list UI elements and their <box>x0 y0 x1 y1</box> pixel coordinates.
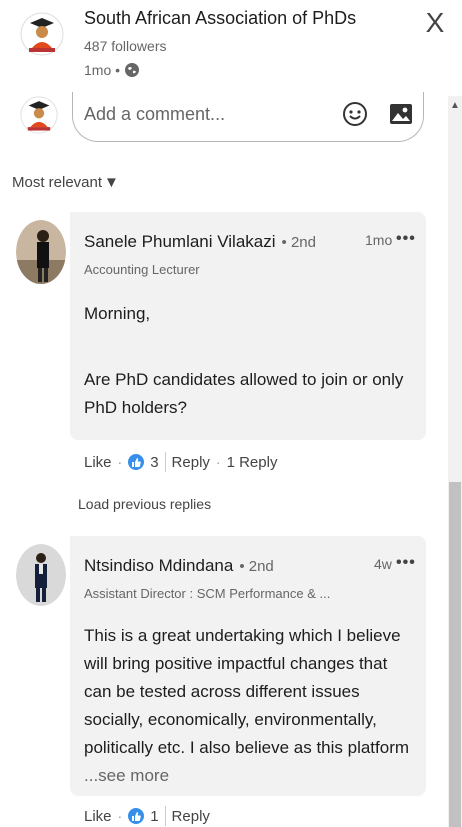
like-reaction-icon[interactable] <box>128 808 145 824</box>
comment-actions: Like · 3 Reply · 1 Reply <box>84 452 277 472</box>
comment-author-line: Sanele Phumlani Vilakazi • 2nd <box>84 232 316 252</box>
globe-icon <box>125 63 140 77</box>
follower-count: 487 followers <box>84 38 167 54</box>
see-more-link[interactable]: ...see more <box>84 766 169 785</box>
post-meta: 1mo • <box>84 62 140 78</box>
comment-author[interactable]: Ntsindiso Mdindana <box>84 556 233 576</box>
emoji-icon <box>343 102 367 126</box>
current-user-avatar <box>20 96 58 134</box>
reply-button[interactable]: Reply <box>172 454 210 471</box>
emoji-button[interactable] <box>342 101 368 127</box>
more-options-icon[interactable]: ••• <box>396 230 416 248</box>
like-reaction-icon[interactable] <box>128 454 145 470</box>
sort-label: Most relevant <box>12 174 103 191</box>
comment-text-content: This is a great undertaking which I beli… <box>84 626 410 757</box>
comment-text: Morning, <box>84 304 151 323</box>
reaction-count[interactable]: 1 <box>150 808 158 825</box>
comment-author[interactable]: Sanele Phumlani Vilakazi <box>84 232 276 252</box>
comment-text: Are PhD candidates allowed to join or on… <box>84 370 404 417</box>
reply-button[interactable]: Reply <box>172 808 210 825</box>
organization-name[interactable]: South African Association of PhDs <box>84 8 356 29</box>
divider <box>164 452 166 472</box>
comment-placeholder[interactable]: Add a comment... <box>84 104 225 125</box>
more-options-icon[interactable]: ••• <box>396 554 416 572</box>
scroll-up-arrow-icon[interactable]: ▲ <box>450 100 460 111</box>
comment-time: 1mo <box>365 232 393 248</box>
image-icon <box>390 104 412 124</box>
comment-headline: Assistant Director : SCM Performance & .… <box>84 586 331 601</box>
replies-count-link[interactable]: 1 Reply <box>227 454 278 471</box>
like-button[interactable]: Like <box>84 808 112 825</box>
connection-degree: • 2nd <box>281 234 316 251</box>
sort-dropdown[interactable]: Most relevant ▼ <box>12 174 119 191</box>
organization-logo[interactable] <box>20 12 64 56</box>
comment-author-line: Ntsindiso Mdindana • 2nd <box>84 556 274 576</box>
photo-button[interactable] <box>388 101 414 127</box>
comment-text: This is a great undertaking which I beli… <box>84 622 416 790</box>
close-icon: X <box>425 7 445 38</box>
commenter-avatar[interactable] <box>16 544 66 606</box>
comment-time: 4w <box>374 556 392 572</box>
connection-degree: • 2nd <box>239 558 274 575</box>
like-button[interactable]: Like <box>84 454 112 471</box>
reaction-count[interactable]: 3 <box>150 454 158 471</box>
comment-headline: Accounting Lecturer <box>84 262 200 277</box>
load-previous-replies[interactable]: Load previous replies <box>78 496 211 512</box>
scrollbar-thumb[interactable] <box>449 482 461 827</box>
close-button[interactable]: X <box>420 8 450 38</box>
post-time: 1mo • <box>84 62 121 78</box>
separator-dot: · <box>117 454 123 470</box>
divider <box>164 806 166 826</box>
commenter-avatar[interactable] <box>16 220 66 284</box>
comment-actions: Like · 1 Reply <box>84 806 210 826</box>
separator-dot: · <box>117 808 123 824</box>
separator-dot: · <box>215 454 221 470</box>
caret-down-icon: ▼ <box>104 174 119 191</box>
